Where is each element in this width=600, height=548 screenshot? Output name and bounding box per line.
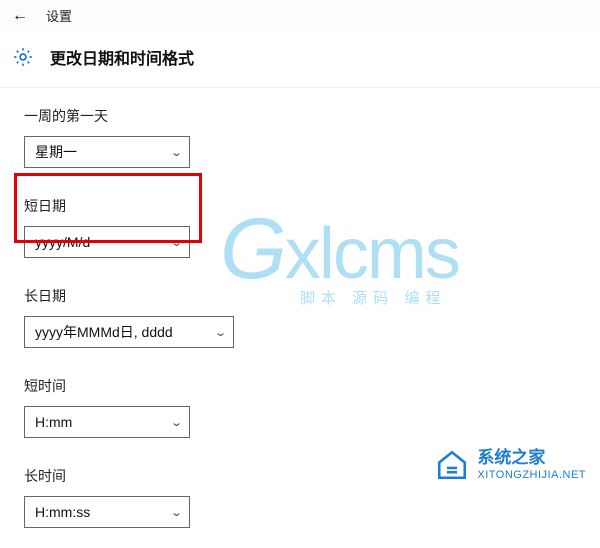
content-area: 一周的第一天 星期一 ⌄ 短日期 yyyy/M/d ⌄ 长日期 yyyy年MMM… <box>0 88 600 548</box>
dropdown-value: 星期一 <box>35 142 77 162</box>
dropdown-value: H:mm:ss <box>35 504 90 520</box>
field-short-time: 短时间 H:mm ⌄ <box>24 376 600 438</box>
label-first-day: 一周的第一天 <box>24 106 600 126</box>
chevron-down-icon: ⌄ <box>214 326 227 339</box>
dropdown-value: yyyy年MMMd日, dddd <box>35 322 173 342</box>
titlebar: ← 设置 <box>0 0 600 31</box>
dropdown-value: yyyy/M/d <box>35 234 90 250</box>
chevron-down-icon: ⌄ <box>170 146 183 159</box>
dropdown-value: H:mm <box>35 414 72 430</box>
dropdown-short-date[interactable]: yyyy/M/d ⌄ <box>24 226 190 258</box>
label-long-time: 长时间 <box>24 466 600 486</box>
back-icon[interactable]: ← <box>12 7 28 25</box>
label-long-date: 长日期 <box>24 286 600 306</box>
chevron-down-icon: ⌄ <box>170 416 183 429</box>
gear-icon <box>12 46 34 68</box>
field-long-time: 长时间 H:mm:ss ⌄ <box>24 466 600 528</box>
dropdown-long-time[interactable]: H:mm:ss ⌄ <box>24 496 190 528</box>
label-short-time: 短时间 <box>24 376 600 396</box>
chevron-down-icon: ⌄ <box>170 506 183 519</box>
page-title: 更改日期和时间格式 <box>50 45 194 69</box>
dropdown-short-time[interactable]: H:mm ⌄ <box>24 406 190 438</box>
page-header: 更改日期和时间格式 <box>0 31 600 88</box>
field-long-date: 长日期 yyyy年MMMd日, dddd ⌄ <box>24 286 600 348</box>
dropdown-first-day[interactable]: 星期一 ⌄ <box>24 136 190 168</box>
field-short-date: 短日期 yyyy/M/d ⌄ <box>24 196 600 258</box>
chevron-down-icon: ⌄ <box>170 236 183 249</box>
label-short-date: 短日期 <box>24 196 600 216</box>
dropdown-long-date[interactable]: yyyy年MMMd日, dddd ⌄ <box>24 316 234 348</box>
field-first-day: 一周的第一天 星期一 ⌄ <box>24 106 600 168</box>
titlebar-label: 设置 <box>46 6 72 25</box>
